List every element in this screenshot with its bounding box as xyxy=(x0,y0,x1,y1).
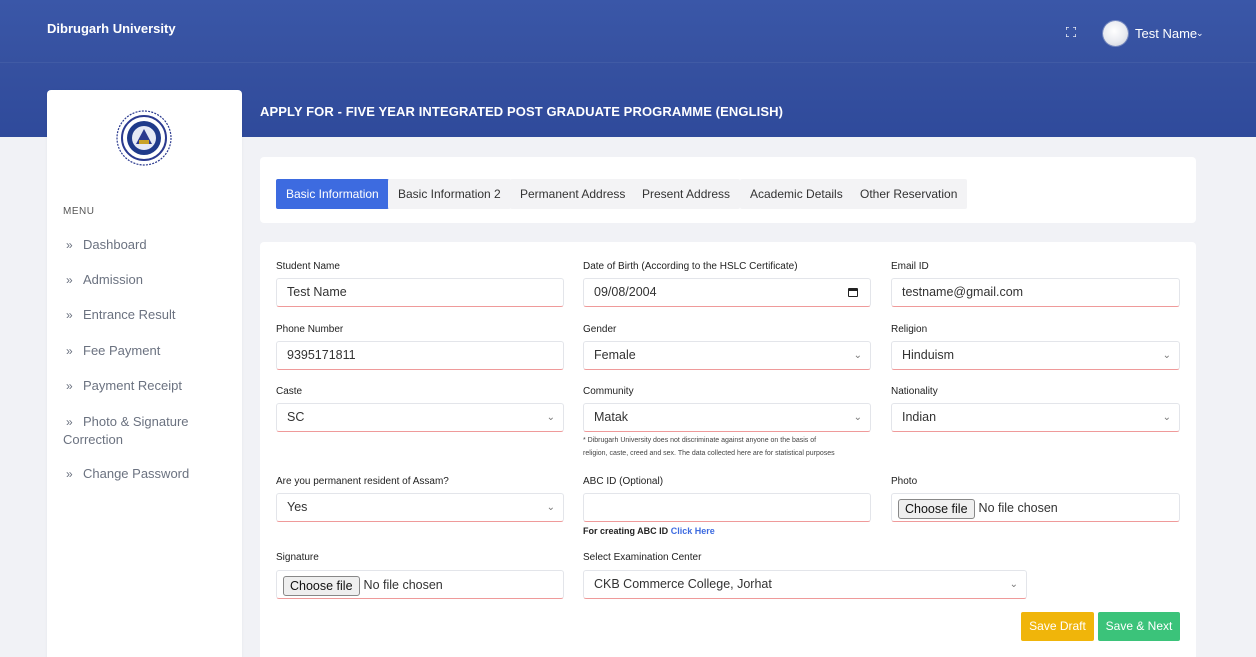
resident-select[interactable]: Yes ⌄ xyxy=(276,493,564,522)
tab-present-address[interactable]: Present Address xyxy=(632,179,741,209)
tabs-card: Basic Information Basic Information 2 Pe… xyxy=(260,157,1196,223)
save-and-next-button[interactable]: Save & Next xyxy=(1098,612,1180,641)
sidebar-item-label: Dashboard xyxy=(83,237,147,252)
student-name-label: Student Name xyxy=(276,261,340,272)
university-logo xyxy=(116,110,172,166)
email-label: Email ID xyxy=(891,261,929,272)
caste-label: Caste xyxy=(276,386,303,397)
phone-value: 9395171811 xyxy=(287,348,356,362)
community-select[interactable]: Matak ⌄ xyxy=(583,403,871,432)
nationality-value: Indian xyxy=(902,410,937,424)
dob-date-input[interactable]: 09/08/2004 xyxy=(583,278,871,307)
exam-center-label: Select Examination Center xyxy=(583,552,702,563)
tab-permanent-address[interactable]: Permanent Address xyxy=(510,179,636,209)
abc-id-label: ABC ID (Optional) xyxy=(583,476,664,487)
signature-file-status: No file chosen xyxy=(363,578,443,592)
brand-name[interactable]: Dibrugarh University xyxy=(47,21,176,36)
user-name[interactable]: Test Name xyxy=(1135,26,1197,41)
sidebar-item-label: Change Password xyxy=(83,466,190,481)
abc-help-text: For creating ABC ID xyxy=(583,526,669,536)
religion-select[interactable]: Hinduism ⌄ xyxy=(891,341,1180,370)
community-label: Community xyxy=(583,386,634,397)
sidebar-item-label: Payment Receipt xyxy=(83,378,182,393)
chevron-down-icon: ⌄ xyxy=(546,412,555,423)
sidebar-item-label: Photo & Signature xyxy=(83,414,189,429)
double-chevron-icon: » xyxy=(66,308,73,322)
abc-click-here-link[interactable]: Click Here xyxy=(671,526,715,536)
sidebar-item-fee-payment[interactable]: » Fee Payment xyxy=(63,342,238,360)
email-input[interactable]: testname@gmail.com xyxy=(891,278,1180,307)
calendar-icon[interactable] xyxy=(848,288,858,297)
religion-label: Religion xyxy=(891,324,928,335)
caste-value: SC xyxy=(287,410,305,424)
basic-information-form: Student Name Test Name Date of Birth (Ac… xyxy=(260,242,1196,657)
sidebar-item-photo-signature-correction[interactable]: » Photo & Signature Correction xyxy=(63,413,238,449)
student-name-input[interactable]: Test Name xyxy=(276,278,564,307)
dob-label: Date of Birth (According to the HSLC Cer… xyxy=(583,261,798,272)
tab-other-reservation[interactable]: Other Reservation xyxy=(850,179,968,209)
exam-center-select[interactable]: CKB Commerce College, Jorhat ⌄ xyxy=(583,570,1027,599)
sidebar-item-change-password[interactable]: » Change Password xyxy=(63,465,238,483)
sidebar-item-payment-receipt[interactable]: » Payment Receipt xyxy=(63,377,238,395)
photo-file-status: No file chosen xyxy=(978,501,1058,515)
double-chevron-icon: » xyxy=(66,344,73,358)
resident-value: Yes xyxy=(287,500,308,514)
tab-academic-details[interactable]: Academic Details xyxy=(740,179,853,209)
chevron-down-icon[interactable]: ⌄ xyxy=(1196,28,1204,39)
save-draft-button[interactable]: Save Draft xyxy=(1021,612,1094,641)
email-value: testname@gmail.com xyxy=(902,285,1024,299)
avatar[interactable] xyxy=(1103,21,1128,46)
disclaimer-line-1: * Dibrugarh University does not discrimi… xyxy=(583,437,817,444)
nationality-select[interactable]: Indian ⌄ xyxy=(891,403,1180,432)
gender-value: Female xyxy=(594,348,636,362)
sidebar: MENU » Dashboard » Admission » Entrance Res… xyxy=(47,90,242,657)
tab-basic-information[interactable]: Basic Information xyxy=(276,179,389,209)
gender-label: Gender xyxy=(583,324,617,335)
gender-select[interactable]: Female ⌄ xyxy=(583,341,871,370)
photo-choose-file-button[interactable]: Choose file xyxy=(898,499,975,519)
disclaimer-line-2: religion, caste, creed and sex. The data… xyxy=(583,450,835,457)
nationality-label: Nationality xyxy=(891,386,938,397)
abc-id-help: For creating ABC ID Click Here xyxy=(583,526,715,536)
caste-select[interactable]: SC ⌄ xyxy=(276,403,564,432)
sidebar-item-entrance-result[interactable]: » Entrance Result xyxy=(63,306,238,324)
sidebar-item-label-line2: Correction xyxy=(63,432,123,447)
page-title: APPLY FOR - FIVE YEAR INTEGRATED POST GR… xyxy=(260,104,784,119)
double-chevron-icon: » xyxy=(66,238,73,252)
resident-label: Are you permanent resident of Assam? xyxy=(276,476,449,487)
chevron-down-icon: ⌄ xyxy=(1009,579,1018,590)
abc-id-input[interactable] xyxy=(583,493,871,522)
signature-choose-file-button[interactable]: Choose file xyxy=(283,576,360,596)
sidebar-item-label: Entrance Result xyxy=(83,307,176,322)
dob-value: 09/08/2004 xyxy=(594,285,657,299)
student-name-value: Test Name xyxy=(287,285,347,299)
double-chevron-icon: » xyxy=(66,415,73,429)
photo-file-input[interactable]: Choose file No file chosen xyxy=(891,493,1180,522)
sidebar-item-admission[interactable]: » Admission xyxy=(63,271,238,289)
sidebar-item-label: Fee Payment xyxy=(83,343,161,358)
sidebar-item-label: Admission xyxy=(83,272,143,287)
exam-center-value: CKB Commerce College, Jorhat xyxy=(594,577,772,591)
signature-file-input[interactable]: Choose file No file chosen xyxy=(276,570,564,599)
chevron-down-icon: ⌄ xyxy=(1162,350,1171,361)
tab-basic-information-2[interactable]: Basic Information 2 xyxy=(388,179,511,209)
chevron-down-icon: ⌄ xyxy=(853,350,862,361)
phone-input[interactable]: 9395171811 xyxy=(276,341,564,370)
menu-title: MENU xyxy=(63,206,95,217)
community-disclaimer: * Dibrugarh University does not discrimi… xyxy=(583,434,883,460)
double-chevron-icon: » xyxy=(66,379,73,393)
double-chevron-icon: » xyxy=(66,467,73,481)
phone-label: Phone Number xyxy=(276,324,344,335)
chevron-down-icon: ⌄ xyxy=(853,412,862,423)
fullscreen-icon[interactable] xyxy=(1066,27,1076,37)
community-value: Matak xyxy=(594,410,629,424)
photo-label: Photo xyxy=(891,476,918,487)
religion-value: Hinduism xyxy=(902,348,955,362)
chevron-down-icon: ⌄ xyxy=(546,502,555,513)
chevron-down-icon: ⌄ xyxy=(1162,412,1171,423)
double-chevron-icon: » xyxy=(66,273,73,287)
sidebar-item-dashboard[interactable]: » Dashboard xyxy=(63,236,238,254)
signature-label: Signature xyxy=(276,552,319,563)
